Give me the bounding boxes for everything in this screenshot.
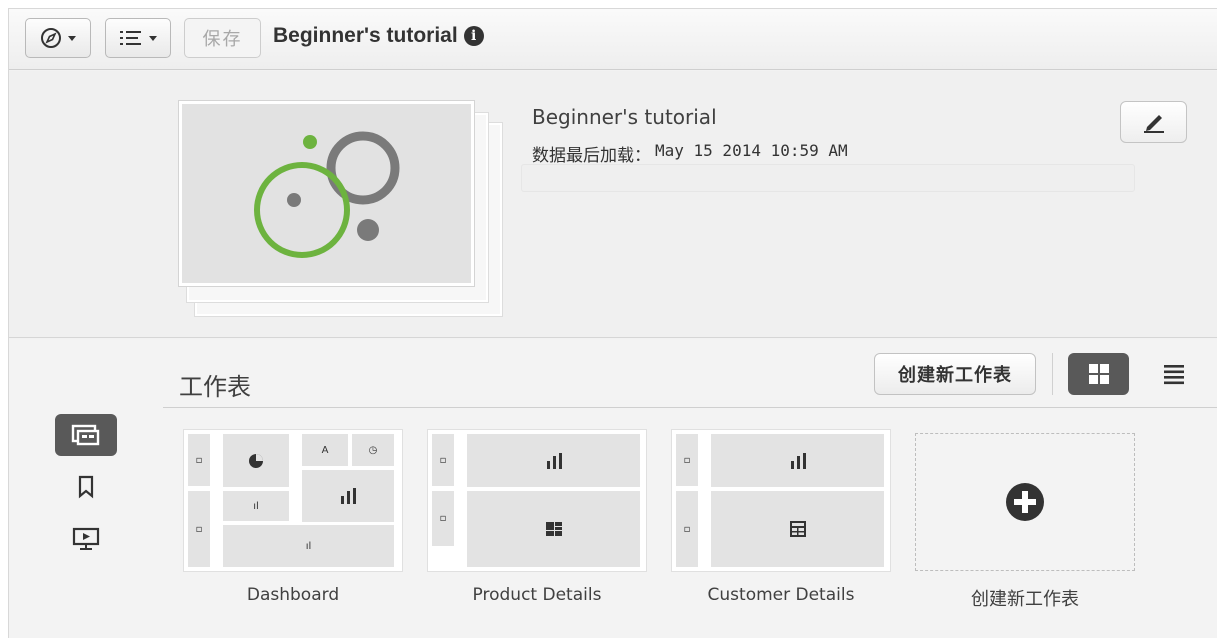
filter-cell: ▫	[432, 434, 454, 486]
bar-chart-icon	[546, 452, 562, 469]
global-menu-button[interactable]	[105, 18, 171, 58]
bar-chart-cell	[467, 434, 640, 487]
sheets-title: 工作表	[179, 373, 251, 401]
sheets-title-divider	[163, 407, 1217, 408]
app-description-field[interactable]	[521, 164, 1135, 192]
story-icon	[72, 527, 100, 550]
filter-cell: ▫	[676, 491, 698, 567]
app-details-header: Beginner's tutorial 数据最后加载： May 15 2014 …	[9, 71, 1217, 338]
pie-chart-cell	[223, 434, 289, 487]
sheet-label-customer-details[interactable]: Customer Details	[671, 585, 891, 605]
treemap-cell	[467, 491, 640, 567]
sheet-card-customer-details[interactable]: ▫ ▫	[671, 429, 891, 572]
text-cell: A	[302, 434, 348, 466]
pencil-icon	[1143, 115, 1164, 133]
app-overview-window: 保存 Beginner's tutorial i Beginner's tuto…	[8, 8, 1217, 638]
filter-cell: ▫	[676, 434, 698, 486]
nav-stories-button[interactable]	[55, 518, 117, 560]
pie-chart-icon	[249, 453, 263, 468]
create-sheet-button[interactable]: 创建新工作表	[874, 353, 1036, 395]
bar-chart-cell	[711, 434, 884, 487]
app-name: Beginner's tutorial	[532, 105, 717, 129]
app-title-text: Beginner's tutorial	[273, 24, 458, 47]
reload-info: 数据最后加载： May 15 2014 10:59 AM	[532, 141, 848, 166]
edit-button[interactable]	[1120, 101, 1187, 143]
list-menu-icon	[120, 31, 141, 45]
info-icon[interactable]: i	[463, 26, 484, 46]
save-button-label: 保存	[202, 29, 243, 50]
list-view-button[interactable]	[1149, 353, 1199, 395]
gauge-cell: ◷	[352, 434, 394, 466]
reload-time: May 15 2014 10:59 AM	[655, 141, 848, 160]
table-icon	[789, 521, 806, 537]
sheet-label-product-details[interactable]: Product Details	[427, 585, 647, 605]
plus-circle-icon	[1006, 483, 1044, 521]
sheet-label-dashboard[interactable]: Dashboard	[183, 585, 403, 605]
bar-chart-icon	[790, 452, 806, 469]
nav-sheets-button[interactable]	[55, 414, 117, 456]
sheets-icon	[71, 424, 100, 446]
create-sheet-label[interactable]: 创建新工作表	[915, 585, 1135, 611]
nav-bookmarks-button[interactable]	[55, 466, 117, 508]
table-cell	[711, 491, 884, 567]
sheet-card-dashboard[interactable]: ▫ ▫ A ◷ ıl ıl	[183, 429, 403, 572]
app-thumbnail	[179, 101, 509, 316]
combo-chart-cell: ıl	[223, 525, 394, 567]
filter-cell: ▫	[188, 491, 210, 567]
sheets-section: 工作表 创建新工作表 ▫ ▫ A ◷ ıl ıl Dashboard ▫ ▫ P…	[9, 339, 1217, 638]
filter-cell: ▫	[432, 491, 454, 546]
app-logo-icon	[254, 131, 400, 258]
compass-icon	[41, 28, 61, 48]
reload-label: 数据最后加载：	[532, 146, 651, 166]
toolbar-divider	[1052, 353, 1053, 395]
bookmark-icon	[78, 475, 94, 499]
bar-chart-cell	[302, 470, 394, 522]
navigation-button[interactable]	[25, 18, 91, 58]
treemap-icon	[545, 522, 562, 536]
toolbar: 保存 Beginner's tutorial i	[9, 9, 1217, 70]
list-view-icon	[1164, 365, 1184, 385]
bar-chart-icon	[341, 488, 356, 504]
save-button[interactable]: 保存	[184, 18, 261, 58]
sheet-card-product-details[interactable]: ▫ ▫	[427, 429, 647, 572]
side-nav	[55, 414, 117, 570]
create-sheet-card[interactable]	[915, 433, 1135, 571]
create-sheet-button-label: 创建新工作表	[898, 365, 1012, 386]
grid-view-icon	[1088, 364, 1109, 384]
app-title: Beginner's tutorial i	[273, 24, 484, 48]
filter-cell: ▫	[188, 434, 210, 486]
bar-chart-cell: ıl	[223, 491, 289, 521]
grid-view-button[interactable]	[1068, 353, 1129, 395]
